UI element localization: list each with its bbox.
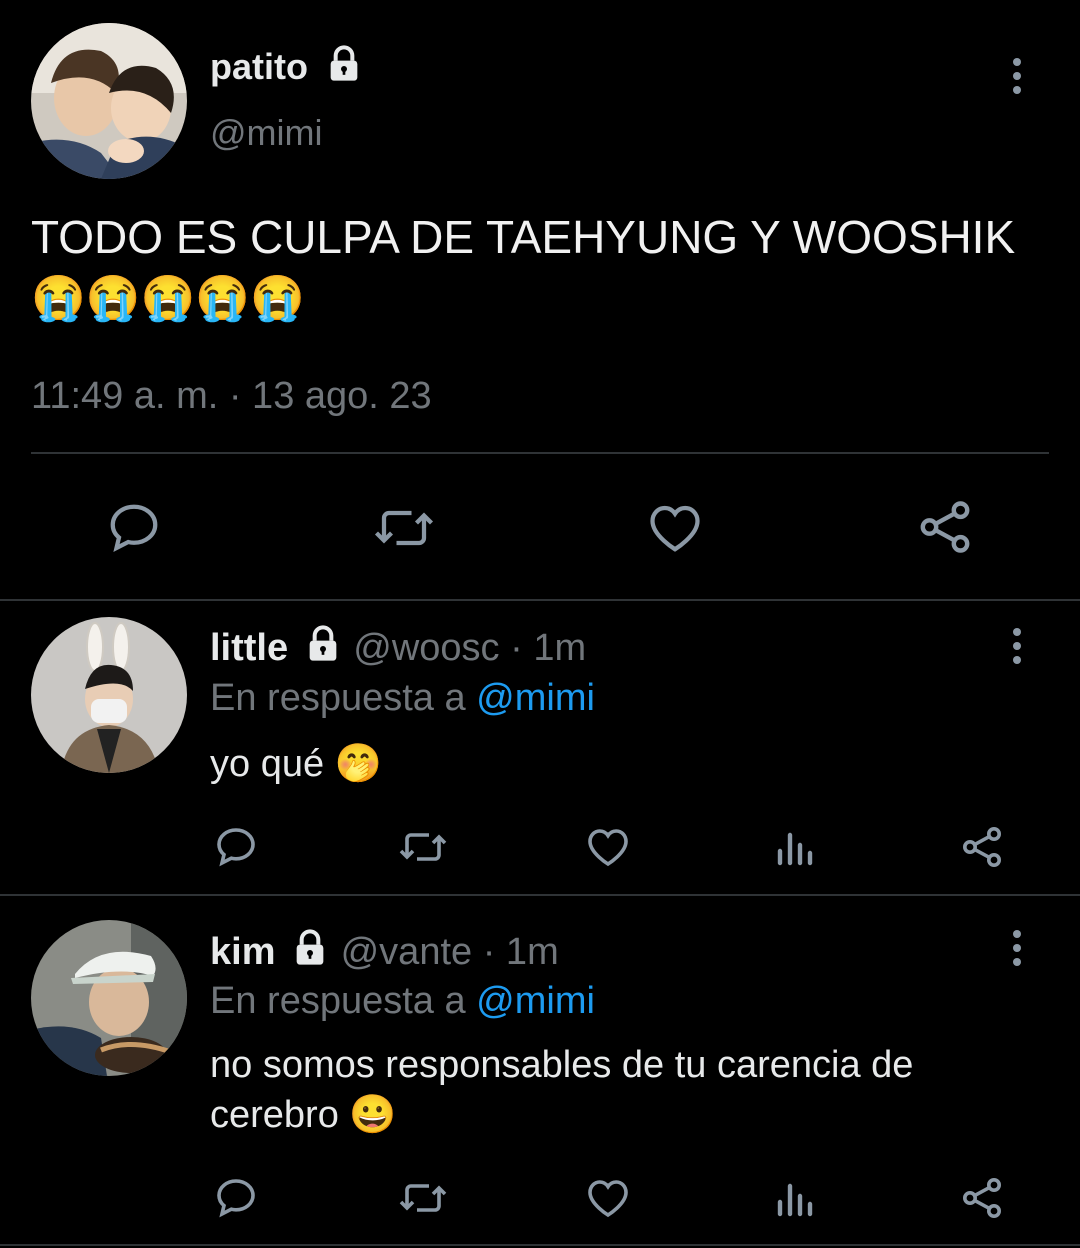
retweet-icon[interactable] bbox=[396, 1174, 450, 1222]
section-divider bbox=[0, 599, 1080, 601]
share-icon[interactable] bbox=[958, 1174, 1006, 1222]
section-divider bbox=[0, 1244, 1080, 1246]
reply-icon[interactable] bbox=[212, 1174, 260, 1222]
grinning-emoji: 😀 bbox=[349, 1094, 397, 1136]
timestamp[interactable]: 11:49 a. m. · 13 ago. 23 bbox=[31, 372, 432, 420]
display-name[interactable]: patito bbox=[210, 46, 308, 87]
handle[interactable]: @vante bbox=[341, 931, 473, 973]
share-icon[interactable] bbox=[914, 496, 976, 558]
reply-prefix: En respuesta a bbox=[210, 677, 466, 719]
reply-text: no somos responsables de tu carencia de … bbox=[210, 1040, 1050, 1140]
lock-icon bbox=[324, 44, 364, 95]
display-name[interactable]: little bbox=[210, 627, 288, 669]
like-icon[interactable] bbox=[584, 1174, 632, 1222]
handle[interactable]: @mimi bbox=[210, 110, 323, 156]
reply-mention[interactable]: @mimi bbox=[476, 980, 595, 1022]
lock-icon bbox=[290, 928, 330, 980]
section-divider bbox=[0, 894, 1080, 896]
like-icon[interactable] bbox=[584, 823, 632, 871]
reply-text-line: no somos responsables de tu carencia de bbox=[210, 1044, 914, 1086]
like-icon[interactable] bbox=[645, 498, 705, 558]
handle[interactable]: @woosc bbox=[353, 627, 499, 669]
avatar[interactable] bbox=[31, 617, 187, 773]
views-icon[interactable] bbox=[774, 823, 818, 871]
lock-icon bbox=[303, 624, 343, 676]
retweet-icon[interactable] bbox=[370, 498, 438, 558]
reply-text: yo qué bbox=[210, 743, 325, 785]
views-icon[interactable] bbox=[774, 1174, 818, 1222]
more-icon[interactable] bbox=[1011, 628, 1023, 670]
display-name[interactable]: kim bbox=[210, 931, 275, 973]
retweet-icon[interactable] bbox=[396, 823, 450, 871]
more-icon[interactable] bbox=[1011, 58, 1023, 100]
relative-time[interactable]: · 1m bbox=[483, 931, 559, 973]
reply-icon[interactable] bbox=[104, 498, 164, 558]
reply-mention[interactable]: @mimi bbox=[476, 677, 595, 719]
more-icon[interactable] bbox=[1011, 930, 1023, 972]
avatar[interactable] bbox=[31, 920, 187, 1076]
reply-text-line: cerebro bbox=[210, 1094, 339, 1136]
tweet-text-body: TODO ES CULPA DE TAEHYUNG Y WOOSHIK bbox=[31, 211, 1016, 263]
hand-over-mouth-emoji: 🤭 bbox=[334, 743, 382, 785]
crying-emoji: 😭😭😭😭😭 bbox=[31, 274, 305, 323]
tweet-text: TODO ES CULPA DE TAEHYUNG Y WOOSHIK 😭😭😭😭… bbox=[31, 207, 1031, 329]
share-icon[interactable] bbox=[958, 823, 1006, 871]
reply-prefix: En respuesta a bbox=[210, 980, 466, 1022]
reply-icon[interactable] bbox=[212, 823, 260, 871]
relative-time[interactable]: · 1m bbox=[510, 627, 586, 669]
divider bbox=[31, 452, 1049, 454]
avatar[interactable] bbox=[31, 23, 187, 179]
